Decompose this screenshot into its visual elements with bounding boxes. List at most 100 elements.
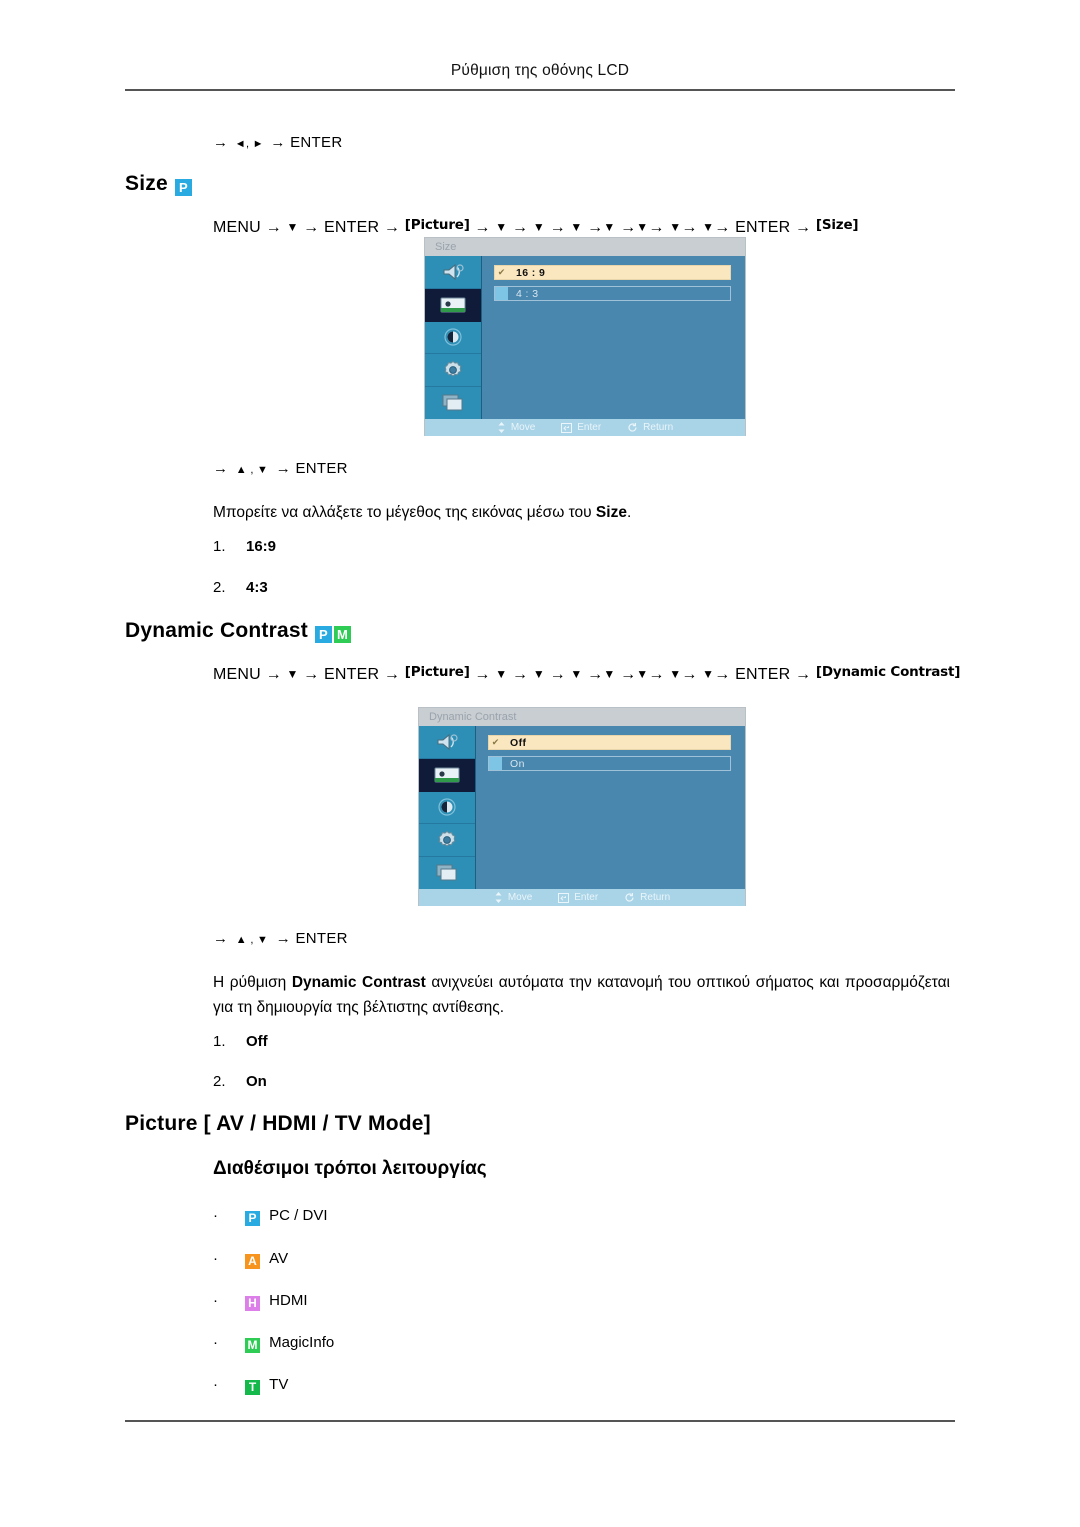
section-heading-dynamic-contrast: Dynamic Contrast PM xyxy=(125,619,352,643)
list-number: 2. xyxy=(213,579,226,596)
path-enter-2: ENTER xyxy=(735,666,791,683)
osd-footer-return: Return xyxy=(624,892,670,903)
osd-sidebar-item-sound[interactable] xyxy=(425,256,481,289)
osd-footer-return: Return xyxy=(627,422,673,433)
header-rule xyxy=(125,89,955,91)
bullet-icon: · xyxy=(213,1250,218,1267)
osd-option-row[interactable]: On xyxy=(488,756,731,771)
description-dynamic-contrast: Η ρύθμιση Dynamic Contrast ανιχνεύει αυτ… xyxy=(213,970,950,1020)
list-number: 1. xyxy=(213,1033,226,1050)
osd-sidebar[interactable] xyxy=(419,726,476,889)
sound-icon xyxy=(437,733,458,750)
osd-options-size[interactable]: ✔ 16 : 9 4 : 3 xyxy=(482,256,745,419)
list-item: · P PC / DVI xyxy=(213,1207,328,1226)
list-label: 16:9 xyxy=(246,538,277,555)
description-post: . xyxy=(626,504,632,521)
osd-option-label: 16 : 9 xyxy=(516,266,546,279)
osd-window-size[interactable]: Size ✔ 16: 9 4: 3 Move Enter Return xyxy=(424,237,746,436)
top-keyline: → ◄, ► → ENTER xyxy=(213,134,342,151)
osd-option-row[interactable]: ✔ 16 : 9 xyxy=(494,265,731,280)
path-enter-1: ENTER xyxy=(324,219,380,236)
osd-sidebar-item-multiscreen[interactable] xyxy=(419,857,475,889)
move-icon xyxy=(495,892,502,903)
keyline-suffix: → ENTER xyxy=(270,134,343,151)
list-number: 1. xyxy=(213,538,226,555)
list-item: 1. 16:9 xyxy=(213,538,276,555)
picture-icon xyxy=(434,767,460,783)
return-icon xyxy=(628,423,637,432)
setup-icon xyxy=(444,361,462,377)
osd-sidebar-item-picture[interactable] xyxy=(419,758,475,792)
osd-window-dynamic-contrast[interactable]: Dynamic Contrast ✔ Off On Move Enter Ret… xyxy=(418,707,746,906)
description-bold: Size xyxy=(595,504,627,521)
menu-path-size: MENU → ▼ → ENTER → [Picture] → ▼ → ▼ → ▼… xyxy=(213,217,859,236)
mode-badge-a: A xyxy=(245,1254,260,1269)
osd-sidebar-item-picture[interactable] xyxy=(425,288,481,322)
contrast-icon xyxy=(444,328,462,347)
keyline-keys: ▲ , ▼ xyxy=(235,464,269,476)
subheading-available-modes: Διαθέσιμοι τρόποι λειτουργίας xyxy=(213,1158,487,1179)
osd-sidebar-item-sound[interactable] xyxy=(419,726,475,759)
path-chip-dynamic-contrast: [Dynamic Contrast] xyxy=(815,664,961,680)
list-item: 2. On xyxy=(213,1073,267,1090)
list-label: AV xyxy=(269,1250,289,1267)
keyline-keys: ◄, ► xyxy=(234,138,264,150)
mode-badge-p: P xyxy=(314,626,332,643)
keyline-prefix: → xyxy=(213,460,229,477)
keyline-size: → ▲ , ▼ → ENTER xyxy=(213,460,348,477)
osd-sidebar-item-contrast[interactable] xyxy=(419,792,475,825)
bullet-icon: · xyxy=(213,1292,218,1309)
osd-footer-move: Move xyxy=(494,892,532,903)
multiscreen-icon xyxy=(436,864,457,881)
osd-sidebar-item-setup[interactable] xyxy=(419,824,475,858)
mode-badge-t: T xyxy=(245,1380,260,1395)
osd-option-row[interactable]: 4 : 3 xyxy=(494,286,731,301)
picture-icon xyxy=(440,297,466,313)
path-chip-picture: [Picture] xyxy=(404,217,470,233)
multiscreen-icon xyxy=(442,394,463,411)
osd-title-size: Size xyxy=(425,238,745,256)
description-size: Μπορείτε να αλλάξετε το μέγεθος της εικό… xyxy=(213,500,913,525)
list-label: MagicInfo xyxy=(269,1334,335,1351)
list-label: Off xyxy=(246,1033,268,1050)
path-chip-picture: [Picture] xyxy=(404,664,470,680)
osd-sidebar-item-setup[interactable] xyxy=(425,354,481,388)
page-header-title: Ρύθμιση της οθόνης LCD xyxy=(450,62,630,79)
list-item: · H HDMI xyxy=(213,1292,308,1311)
return-icon xyxy=(625,893,634,902)
osd-option-row[interactable]: ✔ Off xyxy=(488,735,731,750)
mode-badge-p: P xyxy=(174,179,192,196)
osd-options-dynamic-contrast[interactable]: ✔ Off On xyxy=(476,726,745,889)
list-label: PC / DVI xyxy=(269,1207,328,1224)
list-label: On xyxy=(246,1073,267,1090)
heading-text: Size xyxy=(125,172,168,195)
bullet-icon: · xyxy=(213,1376,218,1393)
section-heading-picture-modes: Picture [ AV / HDMI / TV Mode] xyxy=(125,1112,431,1135)
description-pre: Η ρύθμιση xyxy=(213,974,292,991)
osd-sidebar[interactable] xyxy=(425,256,482,419)
keyline-suffix: → ENTER xyxy=(275,460,348,477)
osd-footer: Move Enter Return xyxy=(425,419,745,436)
footer-rule xyxy=(125,1420,955,1422)
list-item: · A AV xyxy=(213,1250,288,1269)
osd-sidebar-item-multiscreen[interactable] xyxy=(425,387,481,419)
path-enter-1: ENTER xyxy=(324,666,380,683)
osd-footer-move: Move xyxy=(497,422,535,433)
mode-badge-m: M xyxy=(333,626,351,643)
description-pre: Μπορείτε να αλλάξετε το μέγεθος της εικό… xyxy=(213,504,596,521)
enter-icon xyxy=(561,422,573,433)
list-number: 2. xyxy=(213,1073,226,1090)
list-item: · M MagicInfo xyxy=(213,1334,334,1353)
mode-badge-p: P xyxy=(245,1211,260,1226)
keyline-suffix: → ENTER xyxy=(275,930,348,947)
bullet-icon: · xyxy=(213,1207,218,1224)
swatch-icon xyxy=(489,757,502,770)
osd-footer-enter: Enter xyxy=(558,892,598,903)
list-item: 2. 4:3 xyxy=(213,579,268,596)
osd-sidebar-item-contrast[interactable] xyxy=(425,322,481,355)
path-start: MENU xyxy=(213,666,261,683)
osd-option-label: On xyxy=(510,757,525,770)
check-icon: ✔ xyxy=(497,267,506,277)
list-item: 1. Off xyxy=(213,1033,268,1050)
list-label: HDMI xyxy=(269,1292,308,1309)
